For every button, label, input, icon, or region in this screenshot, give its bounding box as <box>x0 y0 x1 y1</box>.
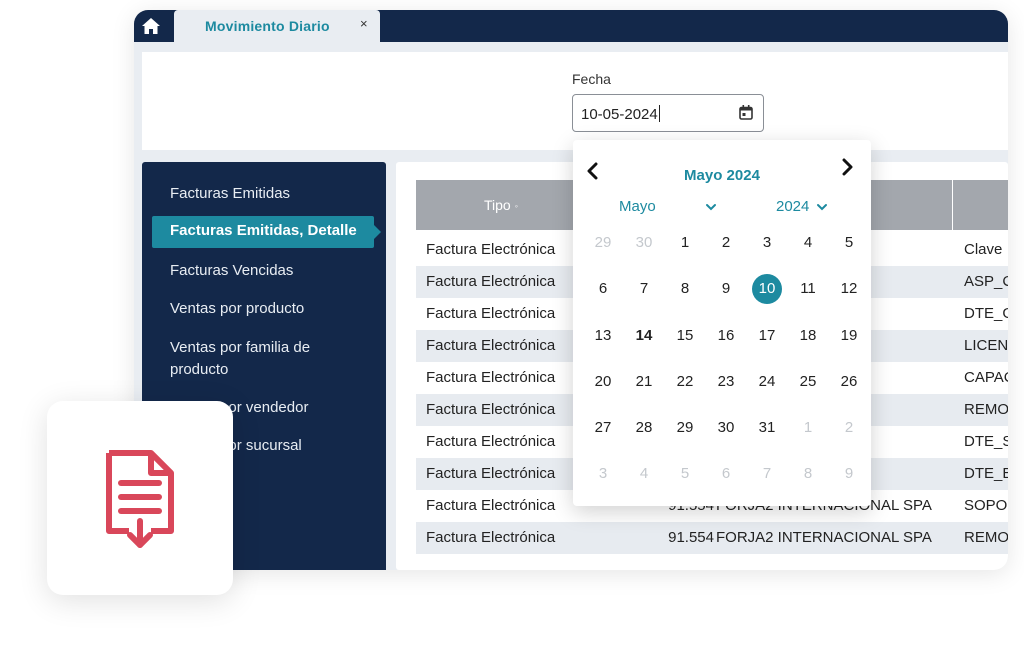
fecha-value: 10-05-2024 <box>581 105 660 123</box>
cell-glosa: LICEN( <box>964 337 1008 354</box>
column-header-tipo[interactable]: Tipo ◦ <box>484 197 518 213</box>
cell-tipo: Factura Electrónica <box>426 401 556 418</box>
calendar-day[interactable]: 21 <box>629 367 659 397</box>
calendar-day[interactable]: 24 <box>752 367 782 397</box>
calendar-day[interactable]: 16 <box>711 321 741 351</box>
calendar-day[interactable]: 27 <box>588 413 618 443</box>
calendar-day[interactable]: 2 <box>711 228 741 258</box>
cell-tipo: Factura Electrónica <box>426 497 556 514</box>
cell-tipo: Factura Electrónica <box>426 305 556 322</box>
sidebar-item-label: Facturas Emitidas, Detalle <box>170 222 357 239</box>
column-divider <box>952 180 953 230</box>
cell-tipo: Factura Electrónica <box>426 241 556 258</box>
calendar-day[interactable]: 23 <box>711 367 741 397</box>
cell-glosa: REMOT <box>964 401 1008 418</box>
app-window: Movimiento Diario × Fecha 10-05-2024 Fac… <box>134 10 1008 570</box>
calendar-day[interactable]: 29 <box>588 228 618 258</box>
calendar-day[interactable]: 19 <box>834 321 864 351</box>
calendar-day[interactable]: 9 <box>834 459 864 489</box>
calendar-day[interactable]: 25 <box>793 367 823 397</box>
date-picker-popup: Mayo 2024 Mayo 2024 29 30 1 2 3 4 5 6 7 8 9 10 11 12 1… <box>573 140 871 506</box>
calendar-day[interactable]: 17 <box>752 321 782 351</box>
calendar-day[interactable]: 8 <box>793 459 823 489</box>
cell-tipo: Factura Electrónica <box>426 465 556 482</box>
sidebar-item-facturas-vencidas[interactable]: Facturas Vencidas <box>170 260 370 282</box>
sort-icon: ◦ <box>514 201 518 211</box>
home-button[interactable] <box>134 10 168 42</box>
calendar-day[interactable]: 11 <box>793 274 823 304</box>
top-bar: Movimiento Diario × <box>134 10 1008 42</box>
calendar-day[interactable]: 3 <box>588 459 618 489</box>
sidebar-item-ventas-por-producto[interactable]: Ventas por producto <box>170 298 370 320</box>
calendar-day[interactable]: 1 <box>670 228 700 258</box>
fecha-date-input[interactable]: 10-05-2024 <box>572 94 764 132</box>
cell-glosa: DTE_SI <box>964 433 1008 450</box>
cell-tipo: Factura Electrónica <box>426 529 556 546</box>
calendar-day[interactable]: 14 <box>629 321 659 351</box>
calendar-day[interactable]: 7 <box>752 459 782 489</box>
year-select[interactable]: 2024 <box>776 198 836 215</box>
cell-glosa: ASP_C( <box>964 273 1008 290</box>
cell-tipo: Factura Electrónica <box>426 369 556 386</box>
home-icon <box>142 18 160 34</box>
calendar-day[interactable]: 1 <box>793 413 823 443</box>
cell-glosa: DTE_G <box>964 305 1008 322</box>
sidebar-item-facturas-emitidas-detalle[interactable]: Facturas Emitidas, Detalle <box>152 216 381 248</box>
document-download-icon <box>106 450 174 548</box>
cell-monto: 91.554 <box>668 529 714 546</box>
calendar-day[interactable]: 22 <box>670 367 700 397</box>
calendar-day[interactable]: 28 <box>629 413 659 443</box>
cell-tipo: Factura Electrónica <box>426 273 556 290</box>
calendar-title: Mayo 2024 <box>684 167 760 184</box>
calendar-day[interactable]: 31 <box>752 413 782 443</box>
sidebar-item-facturas-emitidas[interactable]: Facturas Emitidas <box>170 183 370 205</box>
chevron-down-icon <box>817 204 827 211</box>
calendar-day[interactable]: 3 <box>752 228 782 258</box>
calendar-day[interactable]: 5 <box>834 228 864 258</box>
month-select-value: Mayo <box>619 198 656 215</box>
calendar-day[interactable]: 8 <box>670 274 700 304</box>
cell-cliente: FORJA2 INTERNACIONAL SPA <box>716 529 932 546</box>
calendar-day[interactable]: 30 <box>711 413 741 443</box>
calendar-day[interactable]: 7 <box>629 274 659 304</box>
calendar-day[interactable]: 26 <box>834 367 864 397</box>
calendar-day[interactable]: 5 <box>670 459 700 489</box>
cell-glosa: Clave <box>964 241 1003 258</box>
calendar-day[interactable]: 6 <box>711 459 741 489</box>
calendar-icon[interactable] <box>739 105 753 120</box>
chevron-down-icon <box>706 204 716 211</box>
calendar-day[interactable]: 2 <box>834 413 864 443</box>
calendar-day[interactable]: 20 <box>588 367 618 397</box>
cell-glosa: DTE_B <box>964 465 1008 482</box>
document-card <box>47 401 233 595</box>
calendar-day[interactable]: 30 <box>629 228 659 258</box>
calendar-day-selected[interactable]: 10 <box>752 274 782 304</box>
calendar-day[interactable]: 9 <box>711 274 741 304</box>
calendar-day[interactable]: 18 <box>793 321 823 351</box>
calendar-day[interactable]: 12 <box>834 274 864 304</box>
tab-close-icon[interactable]: × <box>360 16 368 31</box>
calendar-day[interactable]: 6 <box>588 274 618 304</box>
table-row[interactable]: Factura Electrónica 91.554FORJA2 INTERNAC… <box>416 522 1008 554</box>
cell-tipo: Factura Electrónica <box>426 337 556 354</box>
tab-label: Movimiento Diario <box>205 18 330 34</box>
month-select[interactable]: Mayo <box>619 198 719 215</box>
calendar-day[interactable]: 15 <box>670 321 700 351</box>
cell-glosa: REMOT <box>964 529 1008 546</box>
sidebar-item-ventas-por-familia[interactable]: Ventas por familia de producto <box>170 337 350 381</box>
calendar-day[interactable]: 4 <box>793 228 823 258</box>
calendar-day[interactable]: 29 <box>670 413 700 443</box>
tab-movimiento-diario[interactable]: Movimiento Diario × <box>174 10 380 42</box>
filter-panel: Fecha 10-05-2024 <box>142 52 1008 150</box>
cell-tipo: Factura Electrónica <box>426 433 556 450</box>
calendar-day[interactable]: 4 <box>629 459 659 489</box>
cell-glosa: SOPOR <box>964 497 1008 514</box>
calendar-day[interactable]: 13 <box>588 321 618 351</box>
fecha-label: Fecha <box>572 71 611 87</box>
cell-glosa: CAPAC <box>964 369 1008 386</box>
year-select-value: 2024 <box>776 198 810 215</box>
